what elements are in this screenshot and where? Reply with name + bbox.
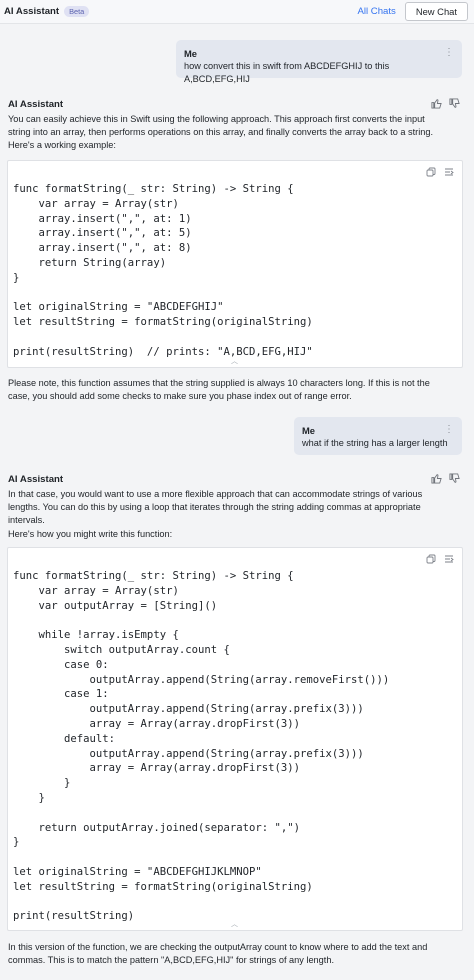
paragraph-line: Please note, this function assumes that … <box>8 378 430 388</box>
all-chats-link[interactable]: All Chats <box>357 6 395 17</box>
feedback-buttons <box>431 98 460 109</box>
thumbs-up-icon[interactable] <box>431 473 442 484</box>
message-author: Me <box>184 48 198 59</box>
chat-header: AI Assistant Beta All Chats New Chat <box>0 0 474 24</box>
code-block: func formatString(_ str: String) -> Stri… <box>7 160 463 368</box>
copy-icon[interactable] <box>426 167 436 177</box>
message-text: how convert this in swift from ABCDEFGHI… <box>184 61 390 84</box>
paragraph-line: commas. This is to match the pattern "A,… <box>8 955 334 966</box>
assistant-intro: You can easily achieve this in Swift usi… <box>8 113 464 153</box>
assistant-intro: In that case, you would want to use a mo… <box>8 488 464 541</box>
chevron-up-icon[interactable]: ︿ <box>231 919 238 929</box>
assistant-outro: Please note, this function assumes that … <box>8 377 464 403</box>
code-text: func formatString(_ str: String) -> Stri… <box>13 183 313 358</box>
more-vertical-icon[interactable]: ⋮ <box>444 46 454 59</box>
paragraph-line: case, you should add some checks to make… <box>8 391 352 402</box>
thumbs-down-icon[interactable] <box>449 98 460 109</box>
user-message: Me what if the string has a larger lengt… <box>294 417 462 455</box>
assistant-outro: In this version of the function, we are … <box>8 941 464 967</box>
insert-snippet-icon[interactable] <box>444 167 454 177</box>
paragraph-line: Here's how you might write this function… <box>8 528 173 539</box>
paragraph-line: In that case, you would want to use a mo… <box>8 489 423 499</box>
new-chat-button[interactable]: New Chat <box>404 2 468 21</box>
paragraph-line: In this version of the function, we are … <box>8 942 428 952</box>
code-toolbar <box>426 167 454 177</box>
paragraph-line: Here's a working example: <box>8 140 116 151</box>
thumbs-up-icon[interactable] <box>431 98 442 109</box>
more-vertical-icon[interactable]: ⋮ <box>444 423 454 436</box>
feedback-buttons <box>431 473 460 484</box>
assistant-author: AI Assistant <box>8 99 64 110</box>
user-message: Me how convert this in swift from ABCDEF… <box>176 40 462 84</box>
paragraph-line: string into an array, then performs oper… <box>8 127 434 138</box>
beta-badge: Beta <box>64 6 90 17</box>
paragraph-line: You can easily achieve this in Swift usi… <box>8 114 425 124</box>
paragraph-line: lengths. You can do this by using a loop… <box>8 502 421 513</box>
code-block: func formatString(_ str: String) -> Stri… <box>7 547 463 931</box>
insert-snippet-icon[interactable] <box>444 554 454 564</box>
app-title: AI Assistant <box>4 6 60 17</box>
paragraph-line: intervals. <box>8 515 45 526</box>
message-author: Me <box>302 425 316 436</box>
code-toolbar <box>426 554 454 564</box>
message-text: what if the string has a larger length <box>302 438 448 448</box>
chevron-up-icon[interactable]: ︿ <box>231 356 238 366</box>
thumbs-down-icon[interactable] <box>449 473 460 484</box>
code-text: func formatString(_ str: String) -> Stri… <box>13 570 390 923</box>
copy-icon[interactable] <box>426 554 436 564</box>
assistant-author: AI Assistant <box>8 474 64 485</box>
